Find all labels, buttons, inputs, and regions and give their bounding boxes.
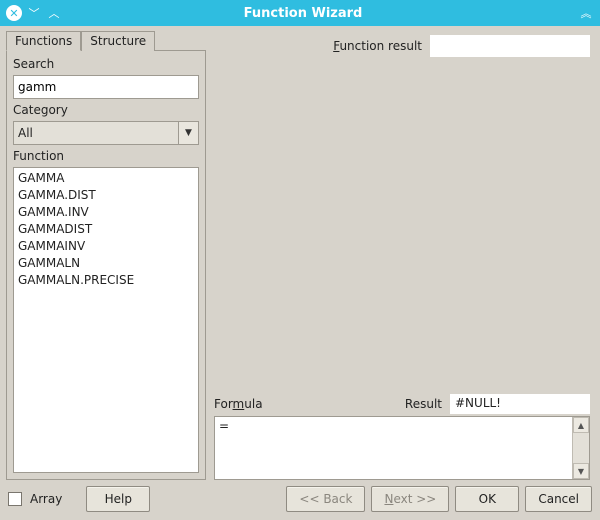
maximize-icon[interactable]: ︿ [46, 5, 62, 21]
scrollbar[interactable]: ▲ ▼ [572, 417, 589, 479]
list-item[interactable]: GAMMA [18, 170, 194, 187]
minimize-icon[interactable]: ﹀ [26, 5, 42, 21]
function-result-label: Function result [333, 39, 422, 53]
tab-structure[interactable]: Structure [81, 31, 155, 51]
function-list-label: Function [13, 149, 199, 163]
scroll-down-icon[interactable]: ▼ [573, 463, 589, 479]
tabbar: Functions Structure [6, 30, 206, 50]
back-button[interactable]: << Back [286, 486, 365, 512]
formula-text[interactable]: = [215, 417, 571, 479]
chevron-down-icon[interactable]: ▼ [178, 122, 198, 144]
category-select[interactable]: All [13, 121, 199, 145]
right-pane: Function result Formula Result #NULL! = … [210, 30, 594, 480]
close-icon[interactable]: ✕ [6, 5, 22, 21]
search-input[interactable] [13, 75, 199, 99]
formula-label: Formula [214, 397, 263, 411]
rollup-icon[interactable]: ︽ [578, 5, 594, 21]
array-checkbox[interactable] [8, 492, 22, 506]
tab-functions[interactable]: Functions [6, 31, 81, 51]
function-list[interactable]: GAMMA GAMMA.DIST GAMMA.INV GAMMADIST GAM… [13, 167, 199, 473]
cancel-button[interactable]: Cancel [525, 486, 592, 512]
category-label: Category [13, 103, 199, 117]
array-label: Array [30, 492, 62, 506]
client-area: Functions Structure Search Category All … [0, 26, 600, 520]
function-wizard-window: ✕ ﹀ ︿ Function Wizard ︽ Functions Struct… [0, 0, 600, 520]
list-item[interactable]: GAMMALN [18, 255, 194, 272]
function-result-value [430, 35, 590, 57]
search-label: Search [13, 57, 199, 71]
scroll-up-icon[interactable]: ▲ [573, 417, 589, 433]
titlebar: ✕ ﹀ ︿ Function Wizard ︽ [0, 0, 600, 26]
help-button[interactable]: Help [86, 486, 150, 512]
next-button[interactable]: Next >> [371, 486, 449, 512]
left-pane: Functions Structure Search Category All … [6, 30, 206, 480]
ok-button[interactable]: OK [455, 486, 519, 512]
bottom-bar: Array Help << Back Next >> OK Cancel [6, 480, 594, 514]
list-item[interactable]: GAMMALN.PRECISE [18, 272, 194, 289]
list-item[interactable]: GAMMADIST [18, 221, 194, 238]
functions-panel: Search Category All ▼ Function GAMMA GAM… [6, 50, 206, 480]
result-value: #NULL! [450, 394, 590, 414]
list-item[interactable]: GAMMAINV [18, 238, 194, 255]
result-label: Result [405, 397, 442, 411]
formula-input[interactable]: = ▲ ▼ [214, 416, 590, 480]
list-item[interactable]: GAMMA.DIST [18, 187, 194, 204]
window-title: Function Wizard [62, 6, 544, 21]
list-item[interactable]: GAMMA.INV [18, 204, 194, 221]
